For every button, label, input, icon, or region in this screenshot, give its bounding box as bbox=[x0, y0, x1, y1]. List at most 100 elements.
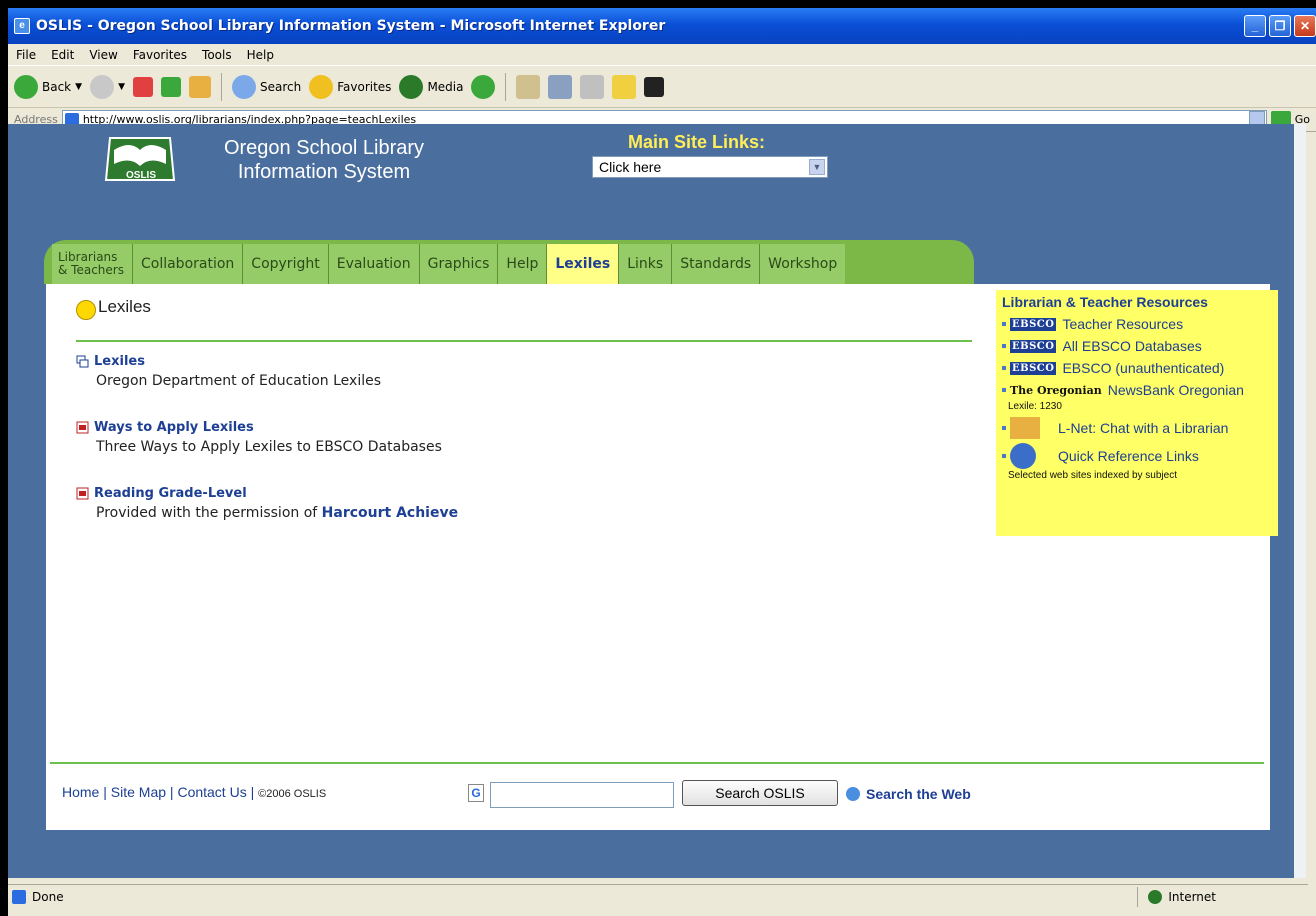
quickref-note: Selected web sites indexed by subject bbox=[1008, 470, 1177, 481]
menu-tools[interactable]: Tools bbox=[202, 48, 232, 62]
google-icon: G bbox=[468, 784, 484, 802]
page-heading: Lexiles bbox=[76, 294, 151, 320]
home-icon[interactable] bbox=[188, 75, 211, 98]
home-link[interactable]: Home bbox=[62, 784, 99, 800]
tab-collaboration[interactable]: Collaboration bbox=[131, 244, 243, 284]
forward-button[interactable]: ▼ bbox=[90, 74, 125, 99]
sidebar-heading: Librarian & Teacher Resources bbox=[1002, 294, 1208, 310]
harcourt-link[interactable]: Harcourt Achieve bbox=[322, 505, 458, 521]
status-bar: Done Internet bbox=[8, 884, 1308, 908]
title-bar: e OSLIS - Oregon School Library Informat… bbox=[8, 8, 1316, 44]
menu-favorites[interactable]: Favorites bbox=[133, 48, 187, 62]
contact-link[interactable]: Contact Us bbox=[177, 784, 246, 800]
lexiles-link[interactable]: Lexiles bbox=[76, 354, 381, 369]
stop-icon[interactable] bbox=[132, 76, 153, 97]
sidebar-item-ebsco-unauth[interactable]: EBSCO EBSCO (unauthenticated) bbox=[1002, 357, 1272, 379]
tab-evaluation[interactable]: Evaluation bbox=[327, 244, 419, 284]
bullet-icon bbox=[1002, 344, 1006, 348]
toolbar-divider bbox=[505, 72, 507, 101]
reading-grade-level-link[interactable]: Reading Grade-Level bbox=[76, 486, 458, 501]
site-name: Oregon School Library Information System bbox=[208, 136, 440, 184]
window-title: OSLIS - Oregon School Library Informatio… bbox=[36, 18, 666, 34]
sidebar-item-lnet[interactable]: L-Net: Chat with a Librarian bbox=[1002, 414, 1272, 442]
footer-links: Home | Site Map | Contact Us | ©2006 OSL… bbox=[62, 784, 327, 800]
mail-icon[interactable] bbox=[516, 74, 541, 99]
item-description: Provided with the permission of Harcourt… bbox=[96, 505, 459, 521]
pdf-icon bbox=[76, 487, 89, 500]
forward-arrow-icon bbox=[90, 74, 115, 99]
footer-divider bbox=[50, 762, 1264, 764]
search-web-link[interactable]: Search the Web bbox=[846, 786, 971, 802]
back-arrow-icon bbox=[14, 74, 38, 99]
search-input[interactable] bbox=[490, 782, 674, 808]
sidebar-item-teacher-resources[interactable]: EBSCO Teacher Resources bbox=[1002, 313, 1272, 335]
minimize-button[interactable]: _ bbox=[1244, 15, 1266, 37]
print-icon[interactable] bbox=[548, 74, 573, 99]
globe-icon bbox=[1010, 443, 1036, 469]
history-icon[interactable] bbox=[471, 74, 496, 99]
tab-graphics[interactable]: Graphics bbox=[418, 244, 498, 284]
bullet-icon bbox=[1002, 388, 1006, 392]
oregonian-logo: The Oregonian bbox=[1010, 383, 1102, 397]
toolbar: Back ▼ ▼ Search Favorites Media bbox=[8, 66, 1316, 108]
lexile-note: Lexile: 1230 bbox=[1008, 401, 1062, 412]
ways-to-apply-link[interactable]: Ways to Apply Lexiles bbox=[76, 420, 442, 435]
site-map-link[interactable]: Site Map bbox=[111, 784, 166, 800]
sidebar-item-quick-reference[interactable]: Quick Reference Links bbox=[1002, 442, 1272, 470]
pencil-icon bbox=[1010, 417, 1040, 439]
toolbar-divider bbox=[220, 72, 222, 101]
menu-edit[interactable]: Edit bbox=[51, 48, 74, 62]
messenger-icon[interactable] bbox=[644, 76, 665, 97]
divider bbox=[76, 340, 972, 342]
item-description: Oregon Department of Education Lexiles bbox=[96, 373, 382, 389]
oslis-logo[interactable]: OSLIS bbox=[100, 134, 180, 190]
media-button[interactable]: Media bbox=[399, 74, 463, 99]
maximize-button[interactable]: ❐ bbox=[1269, 15, 1291, 37]
menu-view[interactable]: View bbox=[89, 48, 117, 62]
chevron-down-icon[interactable]: ▼ bbox=[809, 159, 825, 175]
tab-copyright[interactable]: Copyright bbox=[242, 244, 328, 284]
yellow-dot-icon bbox=[76, 300, 96, 320]
tab-lexiles[interactable]: Lexiles bbox=[546, 244, 619, 284]
bullet-icon bbox=[1002, 322, 1006, 326]
bullet-icon bbox=[1002, 426, 1006, 430]
ebsco-logo: EBSCO bbox=[1010, 339, 1057, 353]
site-name-line1: Oregon School Library bbox=[223, 137, 425, 159]
favorites-button[interactable]: Favorites bbox=[309, 74, 391, 99]
bullet-icon bbox=[1002, 366, 1006, 370]
content-panel: Lexiles Lexiles Oregon Department of Edu… bbox=[46, 284, 1278, 830]
main-site-links-select[interactable]: Click here ▼ bbox=[592, 156, 828, 178]
media-icon bbox=[399, 74, 424, 99]
site-header: OSLIS Oregon School Library Information … bbox=[8, 124, 1294, 239]
bullet-icon bbox=[1002, 454, 1006, 458]
copyright-text: ©2006 OSLIS bbox=[258, 788, 327, 800]
status-text: Done bbox=[32, 889, 64, 904]
logo-text: OSLIS bbox=[126, 170, 157, 181]
close-button[interactable]: ✕ bbox=[1294, 15, 1316, 37]
tab-help[interactable]: Help bbox=[497, 244, 547, 284]
search-button[interactable]: Search bbox=[231, 74, 301, 99]
vertical-scrollbar[interactable] bbox=[1294, 124, 1306, 878]
tab-standards[interactable]: Standards bbox=[671, 244, 760, 284]
new-window-icon bbox=[76, 355, 89, 368]
star-icon bbox=[309, 74, 334, 99]
ie-icon: e bbox=[14, 18, 30, 34]
list-item: Reading Grade-Level Provided with the pe… bbox=[76, 486, 458, 521]
sidebar-item-newsbank[interactable]: The Oregonian NewsBank Oregonian bbox=[1002, 379, 1272, 401]
list-item: Lexiles Oregon Department of Education L… bbox=[76, 354, 381, 389]
edit-icon[interactable] bbox=[580, 74, 605, 99]
search-oslis-button[interactable]: Search OSLIS bbox=[682, 780, 838, 806]
tab-workshop[interactable]: Workshop bbox=[759, 244, 846, 284]
tab-librarians-teachers[interactable]: Librarians & Teachers bbox=[52, 244, 132, 284]
menu-help[interactable]: Help bbox=[247, 48, 274, 62]
sidebar-item-all-ebsco[interactable]: EBSCO All EBSCO Databases bbox=[1002, 335, 1272, 357]
list-item: Ways to Apply Lexiles Three Ways to Appl… bbox=[76, 420, 442, 455]
menu-file[interactable]: File bbox=[16, 48, 36, 62]
back-button[interactable]: Back ▼ bbox=[14, 74, 82, 99]
tab-links[interactable]: Links bbox=[618, 244, 672, 284]
refresh-icon[interactable] bbox=[160, 76, 181, 97]
discuss-icon[interactable] bbox=[612, 74, 637, 99]
ebsco-logo: EBSCO bbox=[1010, 361, 1057, 375]
select-value: Click here bbox=[599, 159, 662, 175]
page-viewport: OSLIS Oregon School Library Information … bbox=[8, 124, 1306, 878]
